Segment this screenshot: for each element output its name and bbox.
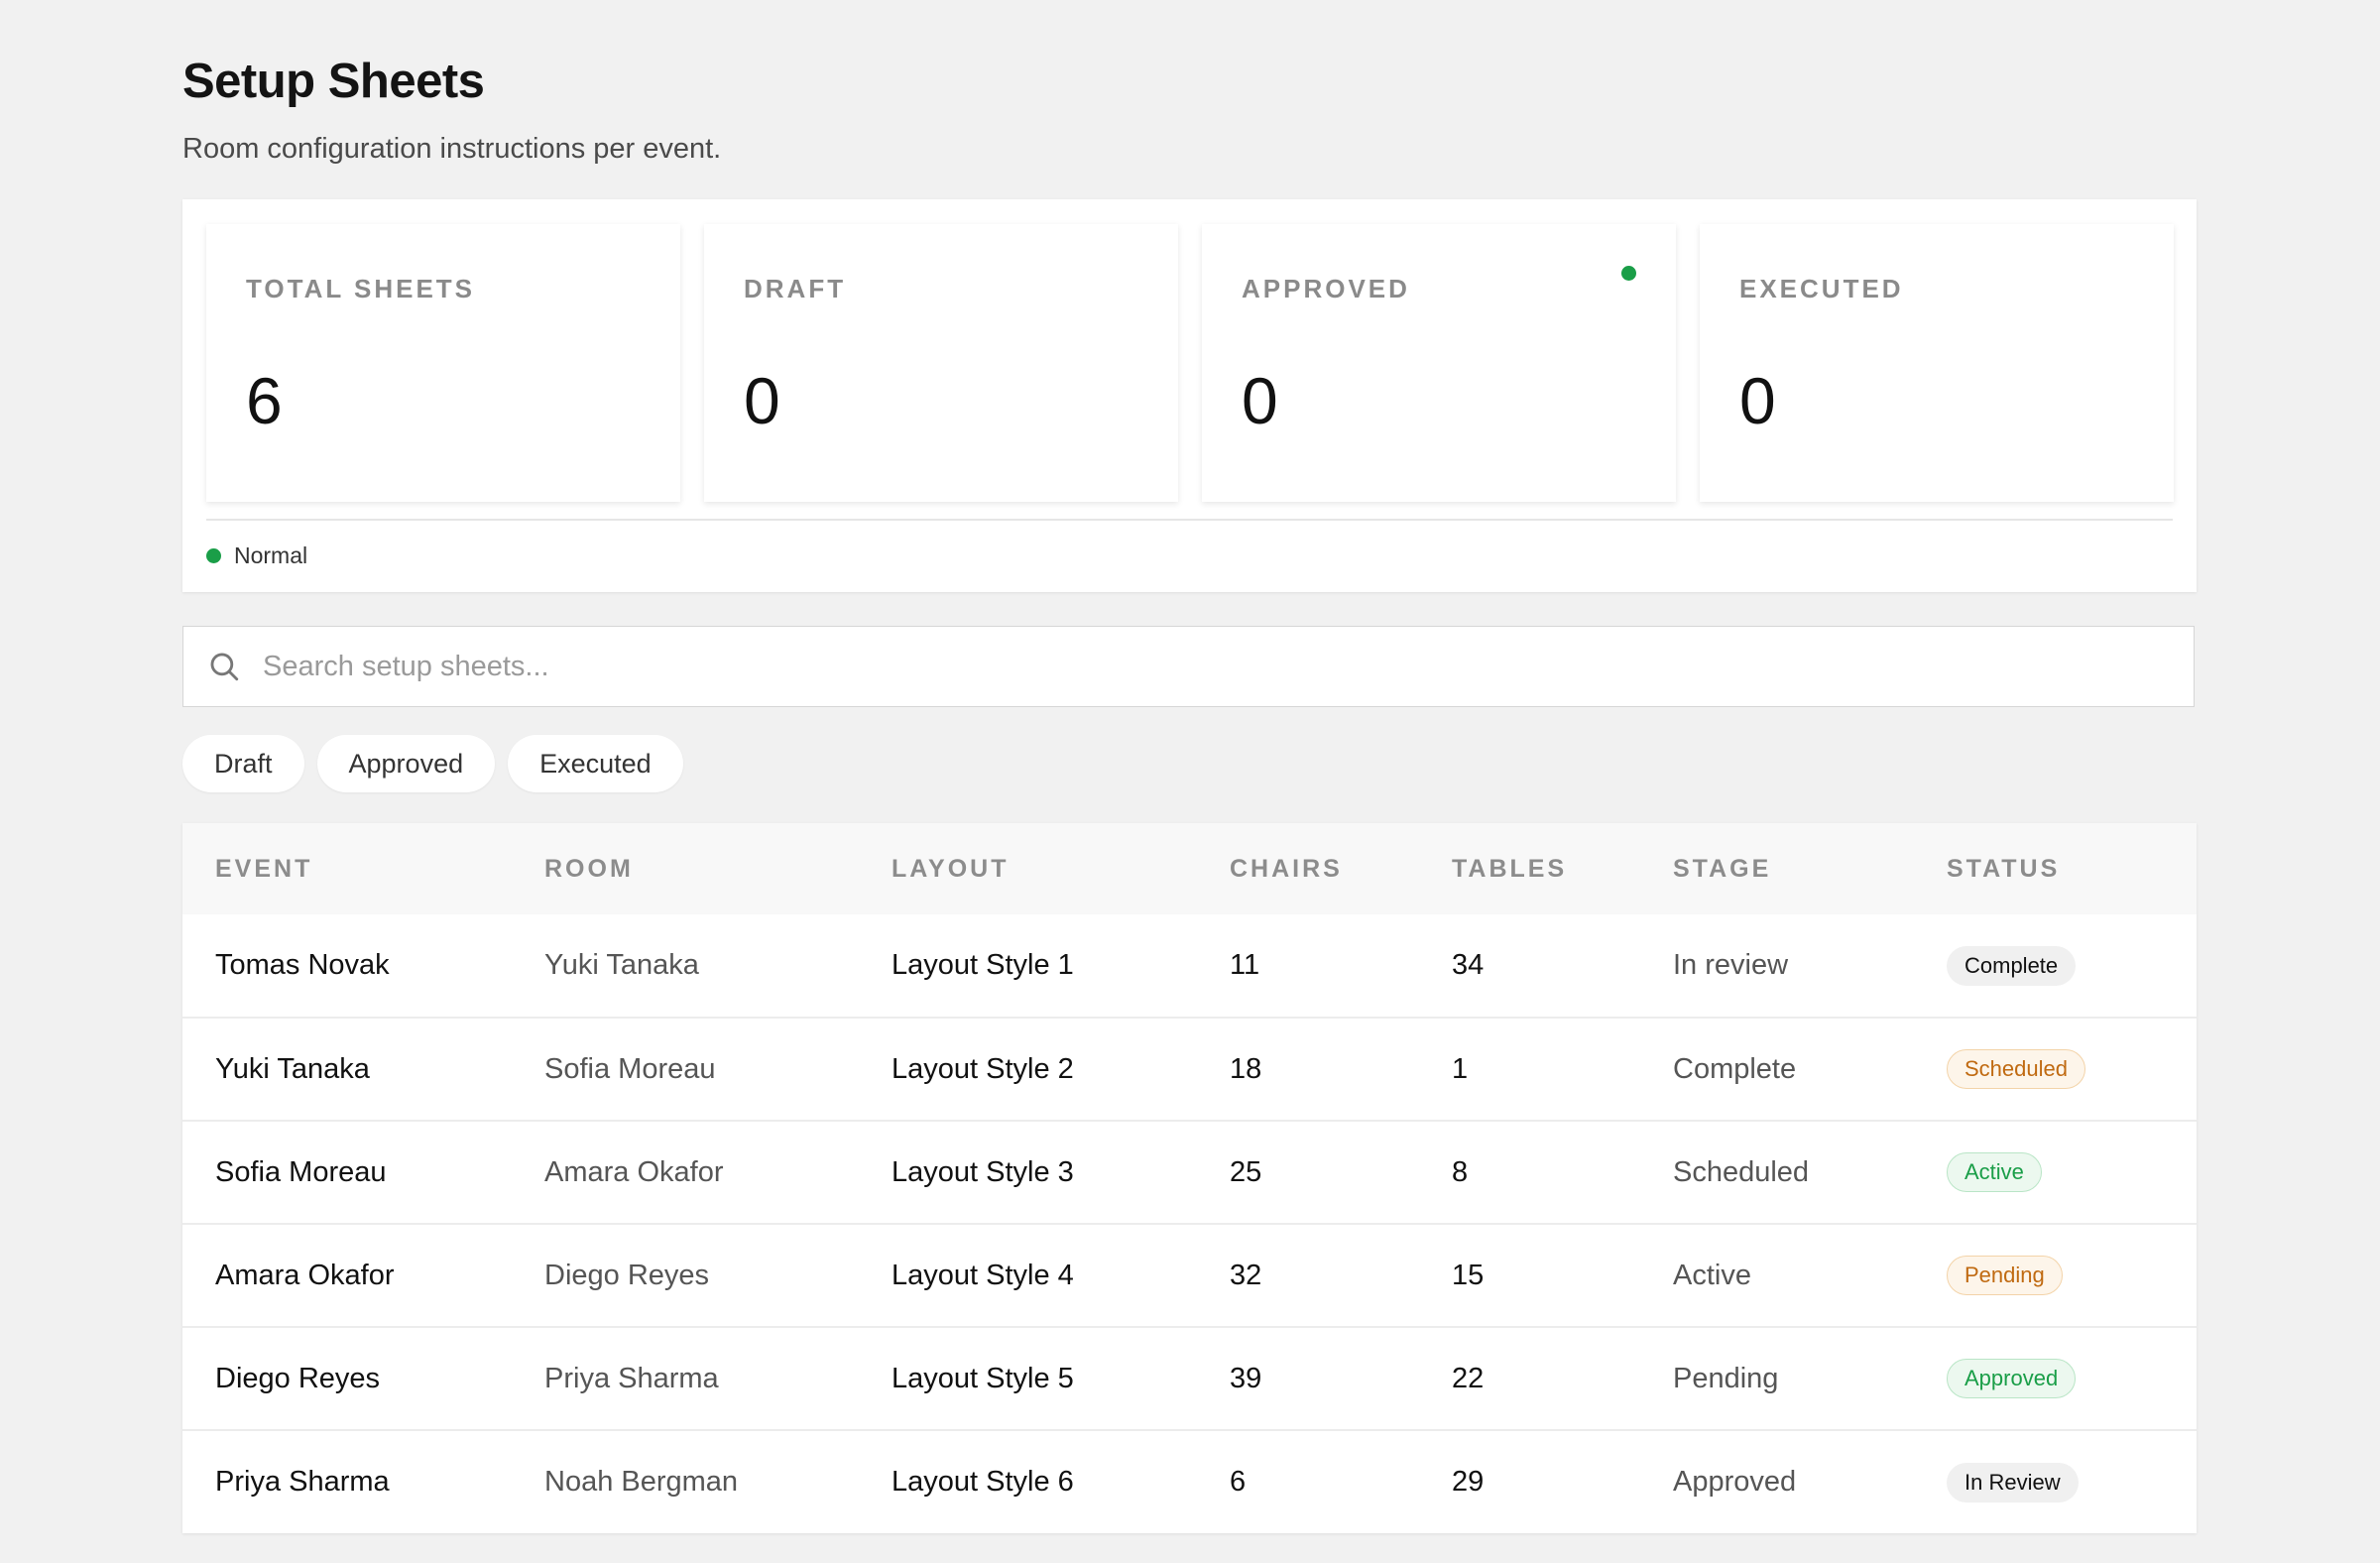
cell-event: Amara Okafor xyxy=(215,1259,395,1291)
cell-layout: Layout Style 2 xyxy=(892,1052,1074,1085)
cell-layout: Layout Style 5 xyxy=(892,1362,1074,1394)
table-header-row: EVENT ROOM LAYOUT CHAIRS TABLES STAGE ST… xyxy=(182,823,2197,914)
stat-label: APPROVED xyxy=(1242,274,1410,303)
stat-card-approved: APPROVED 0 xyxy=(1202,224,1676,502)
cell-layout: Layout Style 4 xyxy=(892,1259,1074,1291)
table-row[interactable]: Priya Sharma Noah Bergman Layout Style 6… xyxy=(182,1430,2197,1533)
cell-event: Diego Reyes xyxy=(215,1362,381,1394)
cell-stage: Approved xyxy=(1673,1466,1797,1498)
search-icon xyxy=(210,653,239,681)
cell-layout: Layout Style 1 xyxy=(892,949,1074,981)
filter-chip-draft[interactable]: Draft xyxy=(182,735,304,792)
search-bar[interactable] xyxy=(182,626,2195,707)
cell-chairs: 18 xyxy=(1230,1052,1262,1085)
cell-tables: 1 xyxy=(1452,1052,1469,1085)
column-header-room[interactable]: ROOM xyxy=(544,823,892,914)
cell-event: Priya Sharma xyxy=(215,1466,390,1498)
table-row[interactable]: Diego Reyes Priya Sharma Layout Style 5 … xyxy=(182,1327,2197,1430)
cell-tables: 8 xyxy=(1452,1155,1469,1188)
status-badge: Approved xyxy=(1947,1359,2077,1398)
stat-card-total-sheets: TOTAL SHEETS 6 xyxy=(206,224,680,502)
cell-status: Scheduled xyxy=(1947,1018,2197,1121)
column-header-tables[interactable]: TABLES xyxy=(1452,823,1673,914)
table-row[interactable]: Yuki Tanaka Sofia Moreau Layout Style 2 … xyxy=(182,1018,2197,1121)
table-row[interactable]: Sofia Moreau Amara Okafor Layout Style 3… xyxy=(182,1121,2197,1224)
legend-label: Normal xyxy=(234,542,308,568)
legend-dot-icon xyxy=(206,548,221,563)
cell-status: Pending xyxy=(1947,1224,2197,1327)
filter-chips: Draft Approved Executed xyxy=(182,735,696,792)
cell-status: Approved xyxy=(1947,1327,2197,1430)
cell-tables: 29 xyxy=(1452,1466,1485,1498)
cell-chairs: 39 xyxy=(1230,1362,1262,1394)
filter-chip-approved[interactable]: Approved xyxy=(316,735,496,792)
cell-stage: Active xyxy=(1673,1259,1751,1291)
cell-layout: Layout Style 6 xyxy=(892,1466,1074,1498)
stat-value: 0 xyxy=(1242,364,1278,437)
cell-chairs: 6 xyxy=(1230,1466,1247,1498)
cell-room: Amara Okafor xyxy=(544,1155,724,1188)
column-header-event[interactable]: EVENT xyxy=(182,823,544,914)
page-subtitle: Room configuration instructions per even… xyxy=(182,133,722,165)
stat-value: 0 xyxy=(1739,364,1776,437)
status-dot-icon xyxy=(1621,266,1636,281)
table-row[interactable]: Tomas Novak Yuki Tanaka Layout Style 1 1… xyxy=(182,914,2197,1018)
status-badge: Scheduled xyxy=(1947,1049,2085,1089)
cell-stage: Pending xyxy=(1673,1362,1779,1394)
stat-value: 6 xyxy=(246,364,283,437)
cell-chairs: 11 xyxy=(1230,949,1260,981)
status-badge: In Review xyxy=(1947,1462,2079,1503)
column-header-stage[interactable]: STAGE xyxy=(1673,823,1947,914)
stat-label: TOTAL SHEETS xyxy=(246,274,476,303)
column-header-layout[interactable]: LAYOUT xyxy=(892,823,1230,914)
cell-room: Diego Reyes xyxy=(544,1259,710,1291)
cell-status: Active xyxy=(1947,1121,2197,1224)
stat-card-executed: EXECUTED 0 xyxy=(1700,224,2174,502)
cell-event: Sofia Moreau xyxy=(215,1155,387,1188)
table-row[interactable]: Amara Okafor Diego Reyes Layout Style 4 … xyxy=(182,1224,2197,1327)
cell-stage: Complete xyxy=(1673,1052,1797,1085)
cell-layout: Layout Style 3 xyxy=(892,1155,1074,1188)
page-title: Setup Sheets xyxy=(182,55,485,108)
cell-tables: 22 xyxy=(1452,1362,1485,1394)
stat-label: DRAFT xyxy=(744,274,847,303)
cell-tables: 34 xyxy=(1452,949,1485,981)
legend: Normal xyxy=(206,542,307,569)
cell-event: Yuki Tanaka xyxy=(215,1052,370,1085)
cell-room: Sofia Moreau xyxy=(544,1052,716,1085)
setup-sheets-table: EVENT ROOM LAYOUT CHAIRS TABLES STAGE ST… xyxy=(182,823,2197,1533)
cell-chairs: 32 xyxy=(1230,1259,1262,1291)
status-badge: Pending xyxy=(1947,1256,2063,1295)
status-badge: Complete xyxy=(1947,945,2077,986)
cell-status: In Review xyxy=(1947,1430,2197,1533)
cell-room: Priya Sharma xyxy=(544,1362,719,1394)
stat-label: EXECUTED xyxy=(1739,274,1904,303)
column-header-status[interactable]: STATUS xyxy=(1947,823,2197,914)
cell-tables: 15 xyxy=(1452,1259,1485,1291)
stats-panel: TOTAL SHEETS 6 DRAFT 0 APPROVED 0 EXECUT… xyxy=(182,199,2197,592)
cell-stage: Scheduled xyxy=(1673,1155,1810,1188)
cell-event: Tomas Novak xyxy=(215,949,390,981)
cell-room: Yuki Tanaka xyxy=(544,949,699,981)
filter-chip-executed[interactable]: Executed xyxy=(508,735,683,792)
divider xyxy=(206,519,2173,521)
cell-stage: In review xyxy=(1673,949,1789,981)
search-input[interactable] xyxy=(261,636,2194,697)
cell-status: Complete xyxy=(1947,914,2197,1018)
stat-value: 0 xyxy=(744,364,780,437)
stat-card-draft: DRAFT 0 xyxy=(704,224,1178,502)
cell-room: Noah Bergman xyxy=(544,1466,739,1498)
page: Setup Sheets Room configuration instruct… xyxy=(182,52,2197,1533)
cell-chairs: 25 xyxy=(1230,1155,1262,1188)
status-badge: Active xyxy=(1947,1152,2042,1192)
column-header-chairs[interactable]: CHAIRS xyxy=(1230,823,1452,914)
